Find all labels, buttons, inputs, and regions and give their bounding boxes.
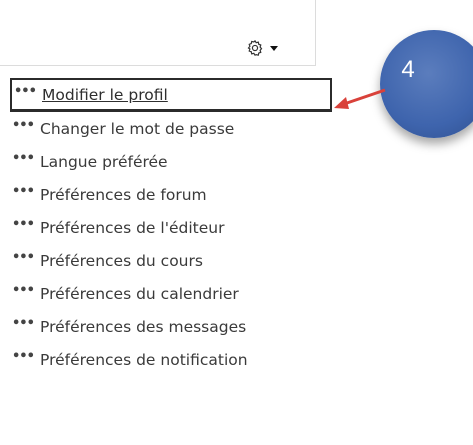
more-dots-icon: ••• <box>12 217 35 232</box>
more-dots-icon: ••• <box>12 184 35 199</box>
menu-item-modifier-profil[interactable]: ••• Modifier le profil <box>10 78 332 112</box>
menu-item-preferences-cours[interactable]: ••• Préférences du cours <box>12 244 332 277</box>
menu-item-preferences-messages[interactable]: ••• Préférences des messages <box>12 310 332 343</box>
user-menu-header <box>0 0 316 66</box>
step-number: 4 <box>401 56 415 83</box>
pointer-arrow-icon <box>334 88 386 109</box>
more-dots-icon: ••• <box>12 316 35 331</box>
more-dots-icon: ••• <box>12 250 35 265</box>
caret-down-icon <box>270 45 278 51</box>
menu-item-langue-preferee[interactable]: ••• Langue préférée <box>12 145 332 178</box>
menu-item-preferences-forum[interactable]: ••• Préférences de forum <box>12 178 332 211</box>
more-dots-icon: ••• <box>12 151 35 166</box>
menu-item-preferences-editeur[interactable]: ••• Préférences de l'éditeur <box>12 211 332 244</box>
preferences-menu: ••• Modifier le profil ••• Changer le mo… <box>10 78 332 376</box>
menu-item-preferences-notification[interactable]: ••• Préférences de notification <box>12 343 332 376</box>
step-number-badge: 4 <box>380 30 473 138</box>
more-dots-icon: ••• <box>14 84 37 99</box>
more-dots-icon: ••• <box>12 118 35 133</box>
more-dots-icon: ••• <box>12 349 35 364</box>
menu-item-changer-mot-de-passe[interactable]: ••• Changer le mot de passe <box>12 112 332 145</box>
more-dots-icon: ••• <box>12 283 35 298</box>
menu-item-preferences-calendrier[interactable]: ••• Préférences du calendrier <box>12 277 332 310</box>
settings-dropdown-button[interactable] <box>246 37 292 59</box>
gear-icon <box>247 39 263 56</box>
